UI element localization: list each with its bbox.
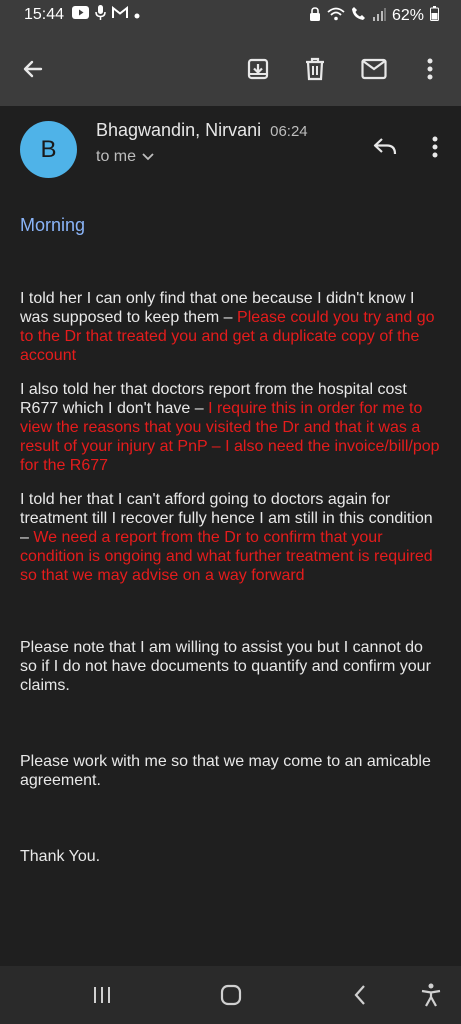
back-button[interactable] <box>16 52 50 86</box>
lock-icon <box>309 6 321 25</box>
sender-line[interactable]: Bhagwandin, Nirvani 06:24 <box>96 120 308 141</box>
chevron-down-icon <box>142 153 154 161</box>
battery-percent: 62% <box>391 6 424 24</box>
mark-unread-button[interactable] <box>357 52 391 86</box>
note-paragraph: Please note that I am willing to assist … <box>20 639 431 694</box>
recipient-label: to me <box>96 148 137 165</box>
sent-time: 06:24 <box>270 123 308 140</box>
status-bar: 15:44 62% <box>0 0 461 32</box>
greeting: Morning <box>20 215 86 235</box>
sender-name: Bhagwandin, Nirvani <box>96 120 262 140</box>
paragraph-reply: We need a report from the Dr to confirm … <box>20 529 433 584</box>
email-body: Morning I told her I can only find that … <box>20 216 440 881</box>
body-paragraph: I told her that I can't afford going to … <box>20 490 440 585</box>
accessibility-icon <box>421 983 441 1007</box>
body-paragraph: I told her I can only find that one beca… <box>20 289 440 365</box>
wifi-icon <box>327 7 345 25</box>
home-button[interactable] <box>211 978 251 1012</box>
call-icon <box>351 6 366 25</box>
mail-icon <box>361 58 387 80</box>
trash-icon <box>306 57 324 81</box>
reply-button[interactable] <box>370 132 400 162</box>
accessibility-button[interactable] <box>411 978 451 1012</box>
recipient-toggle[interactable]: to me <box>96 148 154 166</box>
email-toolbar <box>0 32 461 106</box>
message-more-button[interactable] <box>420 132 450 162</box>
toolbar-more-button[interactable] <box>413 52 447 86</box>
body-paragraph: I also told her that doctors report from… <box>20 380 440 475</box>
email-header: B Bhagwandin, Nirvani 06:24 to me <box>0 106 461 196</box>
mic-icon <box>95 5 106 24</box>
closing-paragraph: Thank You. <box>20 848 101 865</box>
request-paragraph: Please work with me so that we may come … <box>20 753 431 789</box>
archive-icon <box>247 58 269 80</box>
status-time: 15:44 <box>24 6 65 23</box>
more-vert-icon <box>432 136 438 158</box>
gmail-icon <box>112 5 128 23</box>
more-vert-icon <box>427 58 433 80</box>
chevron-left-icon <box>354 985 365 1005</box>
battery-icon <box>430 6 439 25</box>
archive-button[interactable] <box>241 52 275 86</box>
signal-icon <box>372 7 386 25</box>
back-nav-button[interactable] <box>340 978 380 1012</box>
recent-apps-button[interactable] <box>82 978 122 1012</box>
avatar-letter: B <box>40 135 57 163</box>
notification-icons <box>72 5 140 24</box>
recent-apps-icon <box>94 987 110 1003</box>
dot-icon <box>134 6 140 23</box>
system-icons: 62% <box>309 6 439 25</box>
delete-button[interactable] <box>298 52 332 86</box>
avatar[interactable]: B <box>20 121 77 178</box>
system-nav-bar <box>0 966 461 1024</box>
back-arrow-icon <box>23 60 43 78</box>
home-icon <box>220 984 242 1006</box>
youtube-icon <box>72 6 89 23</box>
reply-icon <box>373 138 397 155</box>
